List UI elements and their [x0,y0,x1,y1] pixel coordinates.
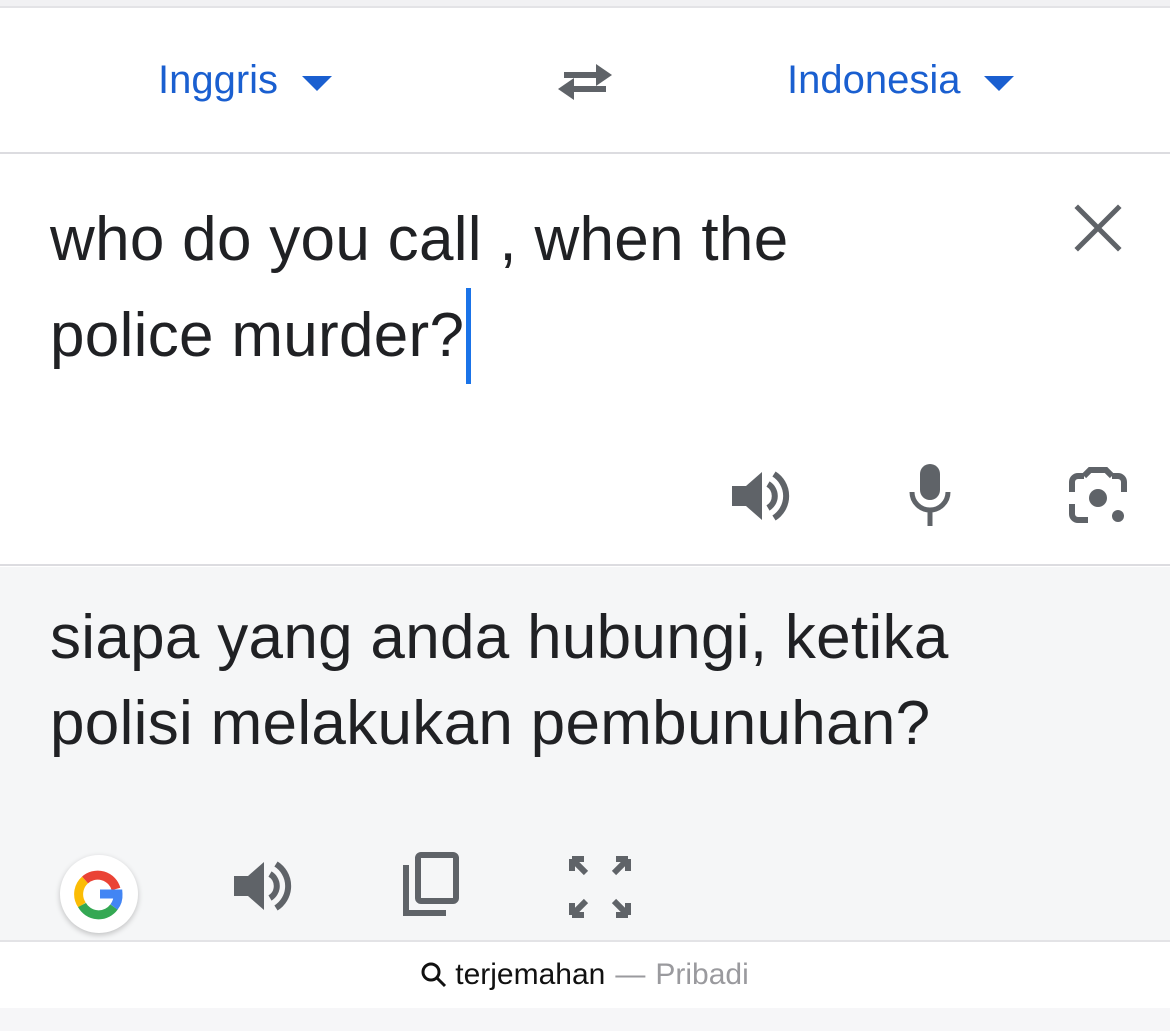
search-icon [421,962,447,988]
close-icon[interactable] [1070,200,1126,256]
source-text-line: who do you call , when the [50,205,789,274]
source-text-line-with-caret: police murder? [50,288,990,384]
microphone-icon[interactable] [904,460,956,528]
speaker-icon[interactable] [230,854,296,918]
speaker-icon[interactable] [728,464,794,528]
camera-icon[interactable] [1066,466,1130,526]
google-logo-button[interactable] [60,855,138,933]
chevron-down-icon [302,75,333,91]
copy-icon[interactable] [400,851,462,919]
text-caret [466,288,472,384]
source-language-label: Inggris [158,57,279,102]
chevron-down-icon [984,75,1015,91]
source-text-input[interactable]: who do you call , when the police murder… [50,192,990,384]
language-bar: Inggris Indonesia [0,8,1170,152]
browser-address-bar[interactable]: terjemahan — Pribadi [0,940,1170,1010]
translation-text: siapa yang anda hubungi, ketika polisi m… [50,595,1130,767]
source-text-line: police murder? [50,301,465,370]
swap-arrows-icon[interactable] [552,56,618,108]
divider [0,564,1170,566]
bottom-band [0,1008,1170,1031]
source-input-panel[interactable]: who do you call , when the police murder… [0,154,1170,564]
translation-text-line: polisi melakukan pembunuhan? [50,689,931,758]
target-language-label: Indonesia [787,57,961,102]
top-rule [0,0,1170,8]
google-logo-icon [74,870,123,920]
private-mode-label: Pribadi [655,958,749,991]
source-language-selector[interactable]: Inggris [158,8,333,152]
address-query: terjemahan [455,958,606,991]
target-language-selector[interactable]: Indonesia [787,8,1015,152]
translation-output-panel: siapa yang anda hubungi, ketika polisi m… [0,567,1170,940]
address-separator: — [615,958,646,991]
fullscreen-icon[interactable] [568,855,632,919]
translation-text-line: siapa yang anda hubungi, ketika [50,603,949,672]
